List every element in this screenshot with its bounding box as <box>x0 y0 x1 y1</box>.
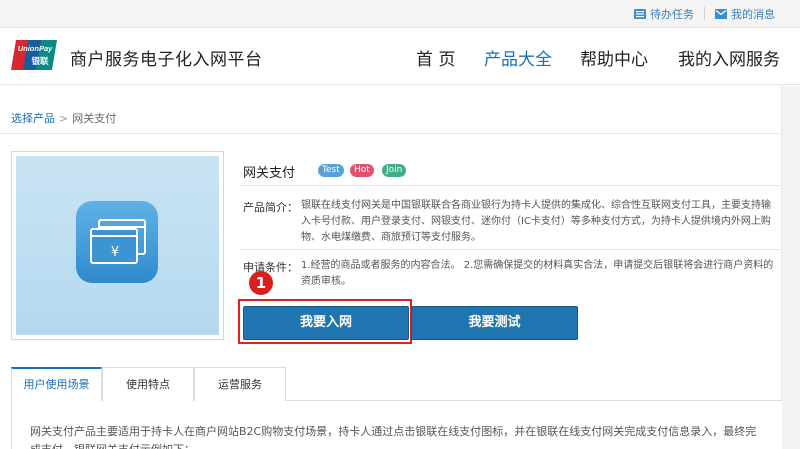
tag-join: Join <box>382 164 407 177</box>
conditions-label: 申请条件： <box>243 261 298 274</box>
tab-usage-scenarios[interactable]: 用户使用场景 <box>11 367 102 402</box>
intro-label: 产品简介： <box>243 201 298 214</box>
conditions-text: 1.经营的商品或者服务的内容合法。 2.您需确保提交的材料真实合法，申请提交后银… <box>301 260 774 287</box>
unionpay-logo[interactable]: UnionPay 银联 <box>10 38 60 72</box>
nav-products[interactable]: 产品大全 <box>484 45 552 70</box>
todo-link[interactable]: 待办任务 <box>634 6 694 22</box>
messages-link[interactable]: 我的消息 <box>715 6 775 22</box>
svg-text:¥: ¥ <box>111 245 119 260</box>
product-name: 网关支付 <box>243 166 296 181</box>
tag-hot: Hot <box>350 164 374 177</box>
svg-text:UnionPay: UnionPay <box>18 44 53 53</box>
messages-label: 我的消息 <box>731 8 775 21</box>
browser-yuan-icon: ¥ <box>76 201 158 283</box>
nav-help[interactable]: 帮助中心 <box>580 45 648 70</box>
tab-content-text: 网关支付产品主要适用于持卡人在商户网站B2C购物支付场景，持卡人通过点击银联在线… <box>30 425 757 449</box>
breadcrumb-divider <box>0 133 782 134</box>
top-utility-bar: 待办任务 我的消息 <box>0 0 800 28</box>
list-icon <box>634 9 646 19</box>
step-marker: 1 <box>249 271 273 295</box>
nav-home[interactable]: 首 页 <box>416 45 455 70</box>
intro-text: 银联在线支付网关是中国银联联合各商业银行为持卡人提供的集成化、综合性互联网支付工… <box>301 200 771 243</box>
topbar-divider <box>704 7 705 20</box>
todo-label: 待办任务 <box>650 8 694 21</box>
tab-operations[interactable]: 运营服务 <box>194 367 286 402</box>
tag-test: Test <box>318 164 344 177</box>
svg-text:银联: 银联 <box>30 56 49 67</box>
breadcrumb-separator: > <box>59 112 69 125</box>
info-divider-top <box>240 185 780 186</box>
site-title: 商户服务电子化入网平台 <box>70 50 263 70</box>
join-network-button[interactable]: 我要入网 <box>243 306 409 340</box>
site-header: UnionPay 银联 商户服务电子化入网平台 首 页 产品大全 帮助中心 我的… <box>0 28 800 85</box>
test-button[interactable]: 我要测试 <box>411 306 578 340</box>
product-image: ¥ <box>16 156 219 335</box>
nav-my-service[interactable]: 我的入网服务 <box>678 45 780 70</box>
breadcrumb-parent-link[interactable]: 选择产品 <box>11 112 55 125</box>
mail-icon <box>715 9 727 19</box>
info-divider-mid <box>240 249 780 250</box>
breadcrumb: 选择产品 > 网关支付 <box>11 110 116 126</box>
breadcrumb-current: 网关支付 <box>72 112 117 125</box>
tab-features[interactable]: 使用特点 <box>102 367 194 402</box>
